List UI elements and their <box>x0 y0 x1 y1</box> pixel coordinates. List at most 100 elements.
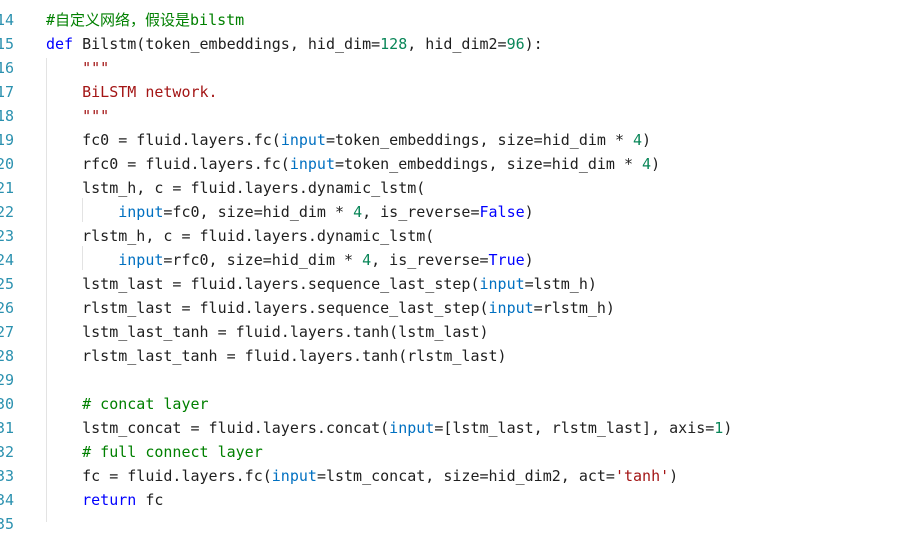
line-number: 31 <box>0 416 14 440</box>
code-token: input <box>479 275 525 293</box>
code-token: ): <box>524 35 543 53</box>
line-number-text: 34 <box>0 491 14 509</box>
code-token: =lstm_concat, size=hid_dim2, act= <box>316 467 615 485</box>
line-number: 30 <box>0 392 14 416</box>
code-token: Bilstm(token_embeddings, hid_dim= <box>73 35 381 53</box>
code-line[interactable]: 31 lstm_concat = fluid.layers.concat(inp… <box>0 416 903 440</box>
code-text: #自定义网络，假设是bilstm <box>46 8 244 32</box>
code-line[interactable]: 14 #自定义网络，假设是bilstm <box>0 8 903 32</box>
code-line[interactable]: 29 <box>0 368 903 392</box>
code-line[interactable]: 16 """ <box>0 56 903 80</box>
code-token: =lstm_h) <box>524 275 597 293</box>
code-text: fc = fluid.layers.fc(input=lstm_concat, … <box>46 464 678 488</box>
line-number: 27 <box>0 320 14 344</box>
code-line[interactable]: 34 return fc <box>0 488 903 512</box>
line-number-text: 23 <box>0 227 14 245</box>
line-number: 34 <box>0 488 14 512</box>
code-token: rlstm_h, c = fluid.layers.dynamic_lstm( <box>46 227 435 245</box>
code-text: input=rfc0, size=hid_dim * 4, is_reverse… <box>46 248 534 272</box>
code-line[interactable]: 23 rlstm_h, c = fluid.layers.dynamic_lst… <box>0 224 903 248</box>
code-token: """ <box>82 107 110 125</box>
code-token: input <box>289 155 335 173</box>
code-token: ) <box>642 131 652 149</box>
code-token: 4 <box>642 155 652 173</box>
line-number: 25 <box>0 272 14 296</box>
code-line[interactable]: 19 fc0 = fluid.layers.fc(input=token_emb… <box>0 128 903 152</box>
line-number-text: 18 <box>0 107 14 125</box>
line-number: 19 <box>0 128 14 152</box>
code-line[interactable]: 22 input=fc0, size=hid_dim * 4, is_rever… <box>0 200 903 224</box>
code-text: """ <box>46 56 109 80</box>
line-number-text: 26 <box>0 299 14 317</box>
code-token: =fc0, size=hid_dim * <box>163 203 354 221</box>
code-text: lstm_h, c = fluid.layers.dynamic_lstm( <box>46 176 425 200</box>
code-text: """ <box>46 104 109 128</box>
code-token: lstm_last_tanh = fluid.layers.tanh(lstm_… <box>46 323 489 341</box>
line-number-text: 20 <box>0 155 14 173</box>
code-token: #自定义网络，假设是bilstm <box>46 11 245 29</box>
line-number: 14 <box>0 8 14 32</box>
code-line[interactable]: 20 rfc0 = fluid.layers.fc(input=token_em… <box>0 152 903 176</box>
code-token: 'tanh' <box>614 467 670 485</box>
line-number-text: 32 <box>0 443 14 461</box>
line-number-text: 31 <box>0 419 14 437</box>
line-number-text: 15 <box>0 35 14 53</box>
line-number-text: 16 <box>0 59 14 77</box>
code-line[interactable]: 25 lstm_last = fluid.layers.sequence_las… <box>0 272 903 296</box>
line-number-text: 24 <box>0 251 14 269</box>
code-text: # concat layer <box>46 392 208 416</box>
code-line[interactable]: 24 input=rfc0, size=hid_dim * 4, is_reve… <box>0 248 903 272</box>
code-token: 96 <box>506 35 525 53</box>
code-text: rlstm_h, c = fluid.layers.dynamic_lstm( <box>46 224 434 248</box>
code-token: 4 <box>633 131 643 149</box>
code-line[interactable]: 27 lstm_last_tanh = fluid.layers.tanh(ls… <box>0 320 903 344</box>
code-line[interactable]: 26 rlstm_last = fluid.layers.sequence_la… <box>0 296 903 320</box>
code-token: rlstm_last = fluid.layers.sequence_last_… <box>46 299 489 317</box>
code-token: True <box>488 251 525 269</box>
code-token: input <box>280 131 326 149</box>
code-token: =[lstm_last, rlstm_last], axis= <box>434 419 715 437</box>
code-token: # full connect layer <box>82 443 263 461</box>
code-token: 1 <box>714 419 724 437</box>
code-line[interactable]: 15 def Bilstm(token_embeddings, hid_dim=1… <box>0 32 903 56</box>
code-token: ) <box>524 251 534 269</box>
line-number-text: 33 <box>0 467 14 485</box>
line-number-text: 30 <box>0 395 14 413</box>
line-number: 32 <box>0 440 14 464</box>
code-token: , is_reverse= <box>362 203 480 221</box>
line-number: 17 <box>0 80 14 104</box>
line-number-text: 25 <box>0 275 14 293</box>
code-line[interactable]: 32 # full connect layer <box>0 440 903 464</box>
code-line[interactable]: 30 # concat layer <box>0 392 903 416</box>
code-line[interactable]: 35 <box>0 512 903 536</box>
code-line[interactable]: 28 rlstm_last_tanh = fluid.layers.tanh(r… <box>0 344 903 368</box>
code-token: =rfc0, size=hid_dim * <box>163 251 363 269</box>
code-line[interactable]: 18 """ <box>0 104 903 128</box>
line-number-text: 27 <box>0 323 14 341</box>
code-line[interactable]: 17 BiLSTM network. <box>0 80 903 104</box>
code-line[interactable]: 33 fc = fluid.layers.fc(input=lstm_conca… <box>0 464 903 488</box>
code-token: input <box>118 203 164 221</box>
code-token: fc0 = fluid.layers.fc( <box>46 131 281 149</box>
line-number: 20 <box>0 152 14 176</box>
line-number-text: 28 <box>0 347 14 365</box>
line-number: 29 <box>0 368 14 392</box>
line-number: 28 <box>0 344 14 368</box>
code-editor[interactable]: 14 #自定义网络，假设是bilstm 15 def Bilstm(token_emb… <box>0 0 903 533</box>
code-token: input <box>118 251 164 269</box>
code-line[interactable]: 21 lstm_h, c = fluid.layers.dynamic_lstm… <box>0 176 903 200</box>
code-token: fc = fluid.layers.fc( <box>46 467 272 485</box>
code-text: input=fc0, size=hid_dim * 4, is_reverse=… <box>46 200 533 224</box>
code-token: =token_embeddings, size=hid_dim * <box>335 155 643 173</box>
code-token: ) <box>723 419 733 437</box>
line-number-text: 35 <box>0 515 14 533</box>
code-text: fc0 = fluid.layers.fc(input=token_embedd… <box>46 128 651 152</box>
code-token: 4 <box>362 251 372 269</box>
line-number: 35 <box>0 512 14 536</box>
line-number: 18 <box>0 104 14 128</box>
